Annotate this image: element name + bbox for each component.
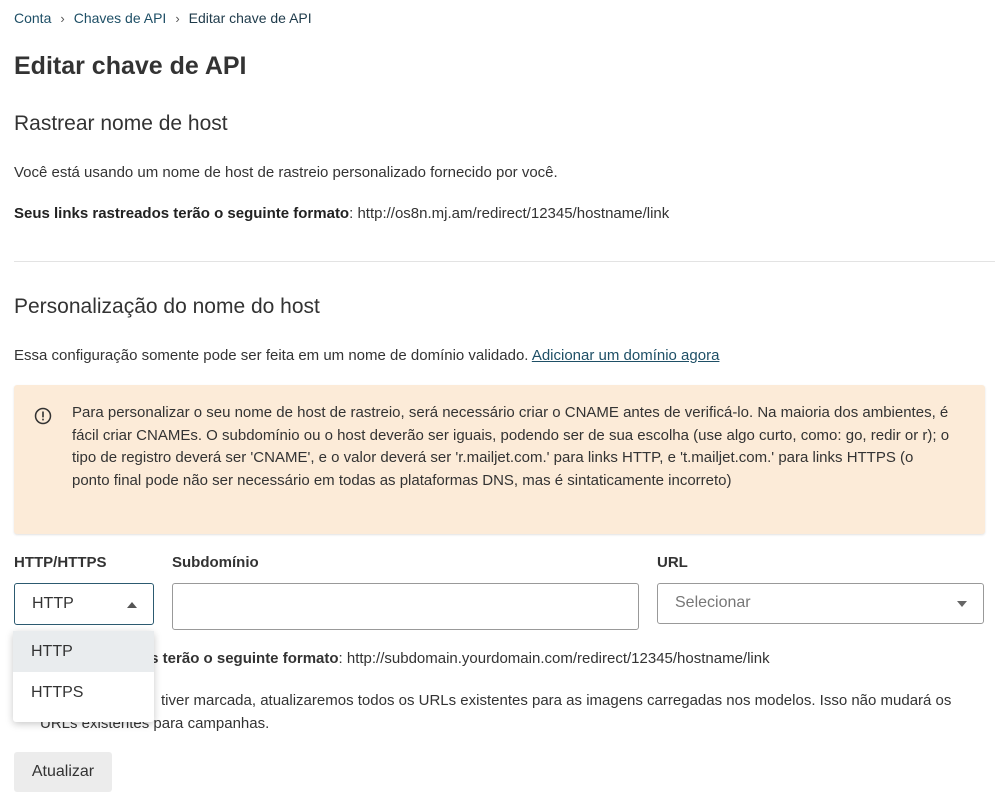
caret-down-icon [957, 601, 967, 607]
add-domain-link[interactable]: Adicionar um domínio agora [532, 347, 720, 364]
caret-up-icon [127, 602, 137, 608]
subdomain-label: Subdomínio [172, 554, 259, 571]
url-select[interactable]: Selecionar [657, 583, 984, 624]
update-images-text: tiver marcada, atualizaremos todos os UR… [40, 692, 952, 732]
update-images-note: tiver marcada, atualizaremos todos os UR… [40, 690, 990, 735]
chevron-right-icon: › [175, 10, 180, 26]
url-select-placeholder: Selecionar [675, 594, 751, 611]
breadcrumb-conta[interactable]: Conta [14, 10, 51, 26]
subdomain-format-value: : http://subdomain.yourdomain.com/redire… [338, 650, 770, 667]
subdomain-format-text: os terão o seguinte formato: http://subd… [141, 650, 770, 667]
tracking-format-label: Seus links rastreados terão o seguinte f… [14, 205, 350, 222]
tracking-description: Você está usando um nome de host de rast… [14, 164, 558, 181]
breadcrumb-current: Editar chave de API [188, 10, 312, 26]
protocol-select-value: HTTP [32, 595, 74, 612]
protocol-dropdown: HTTP HTTPS [13, 631, 154, 722]
subdomain-format-label: os terão o seguinte formato [141, 650, 339, 667]
subdomain-input[interactable] [172, 583, 639, 630]
url-label: URL [657, 554, 688, 571]
tracking-format-value: : http://os8n.mj.am/redirect/12345/hostn… [349, 205, 670, 222]
protocol-label: HTTP/HTTPS [14, 554, 107, 571]
tracking-format: Seus links rastreados terão o seguinte f… [14, 205, 669, 222]
update-button[interactable]: Atualizar [14, 752, 112, 792]
protocol-select[interactable]: HTTP [14, 583, 154, 625]
breadcrumb: Conta › Chaves de API › Editar chave de … [14, 10, 312, 26]
info-alert: Para personalizar o seu nome de host de … [14, 385, 985, 534]
info-circle-icon [34, 407, 52, 425]
breadcrumb-chaves-api[interactable]: Chaves de API [74, 10, 167, 26]
customization-heading: Personalização do nome do host [14, 295, 320, 318]
tracking-heading: Rastrear nome de host [14, 112, 228, 135]
protocol-option-https[interactable]: HTTPS [13, 672, 154, 713]
section-divider [14, 261, 995, 262]
protocol-option-http[interactable]: HTTP [13, 631, 154, 672]
chevron-right-icon: › [60, 10, 65, 26]
page-title: Editar chave de API [14, 52, 247, 80]
customization-description-text: Essa configuração somente pode ser feita… [14, 347, 529, 364]
customization-description: Essa configuração somente pode ser feita… [14, 347, 719, 364]
alert-text: Para personalizar o seu nome de host de … [72, 404, 950, 489]
